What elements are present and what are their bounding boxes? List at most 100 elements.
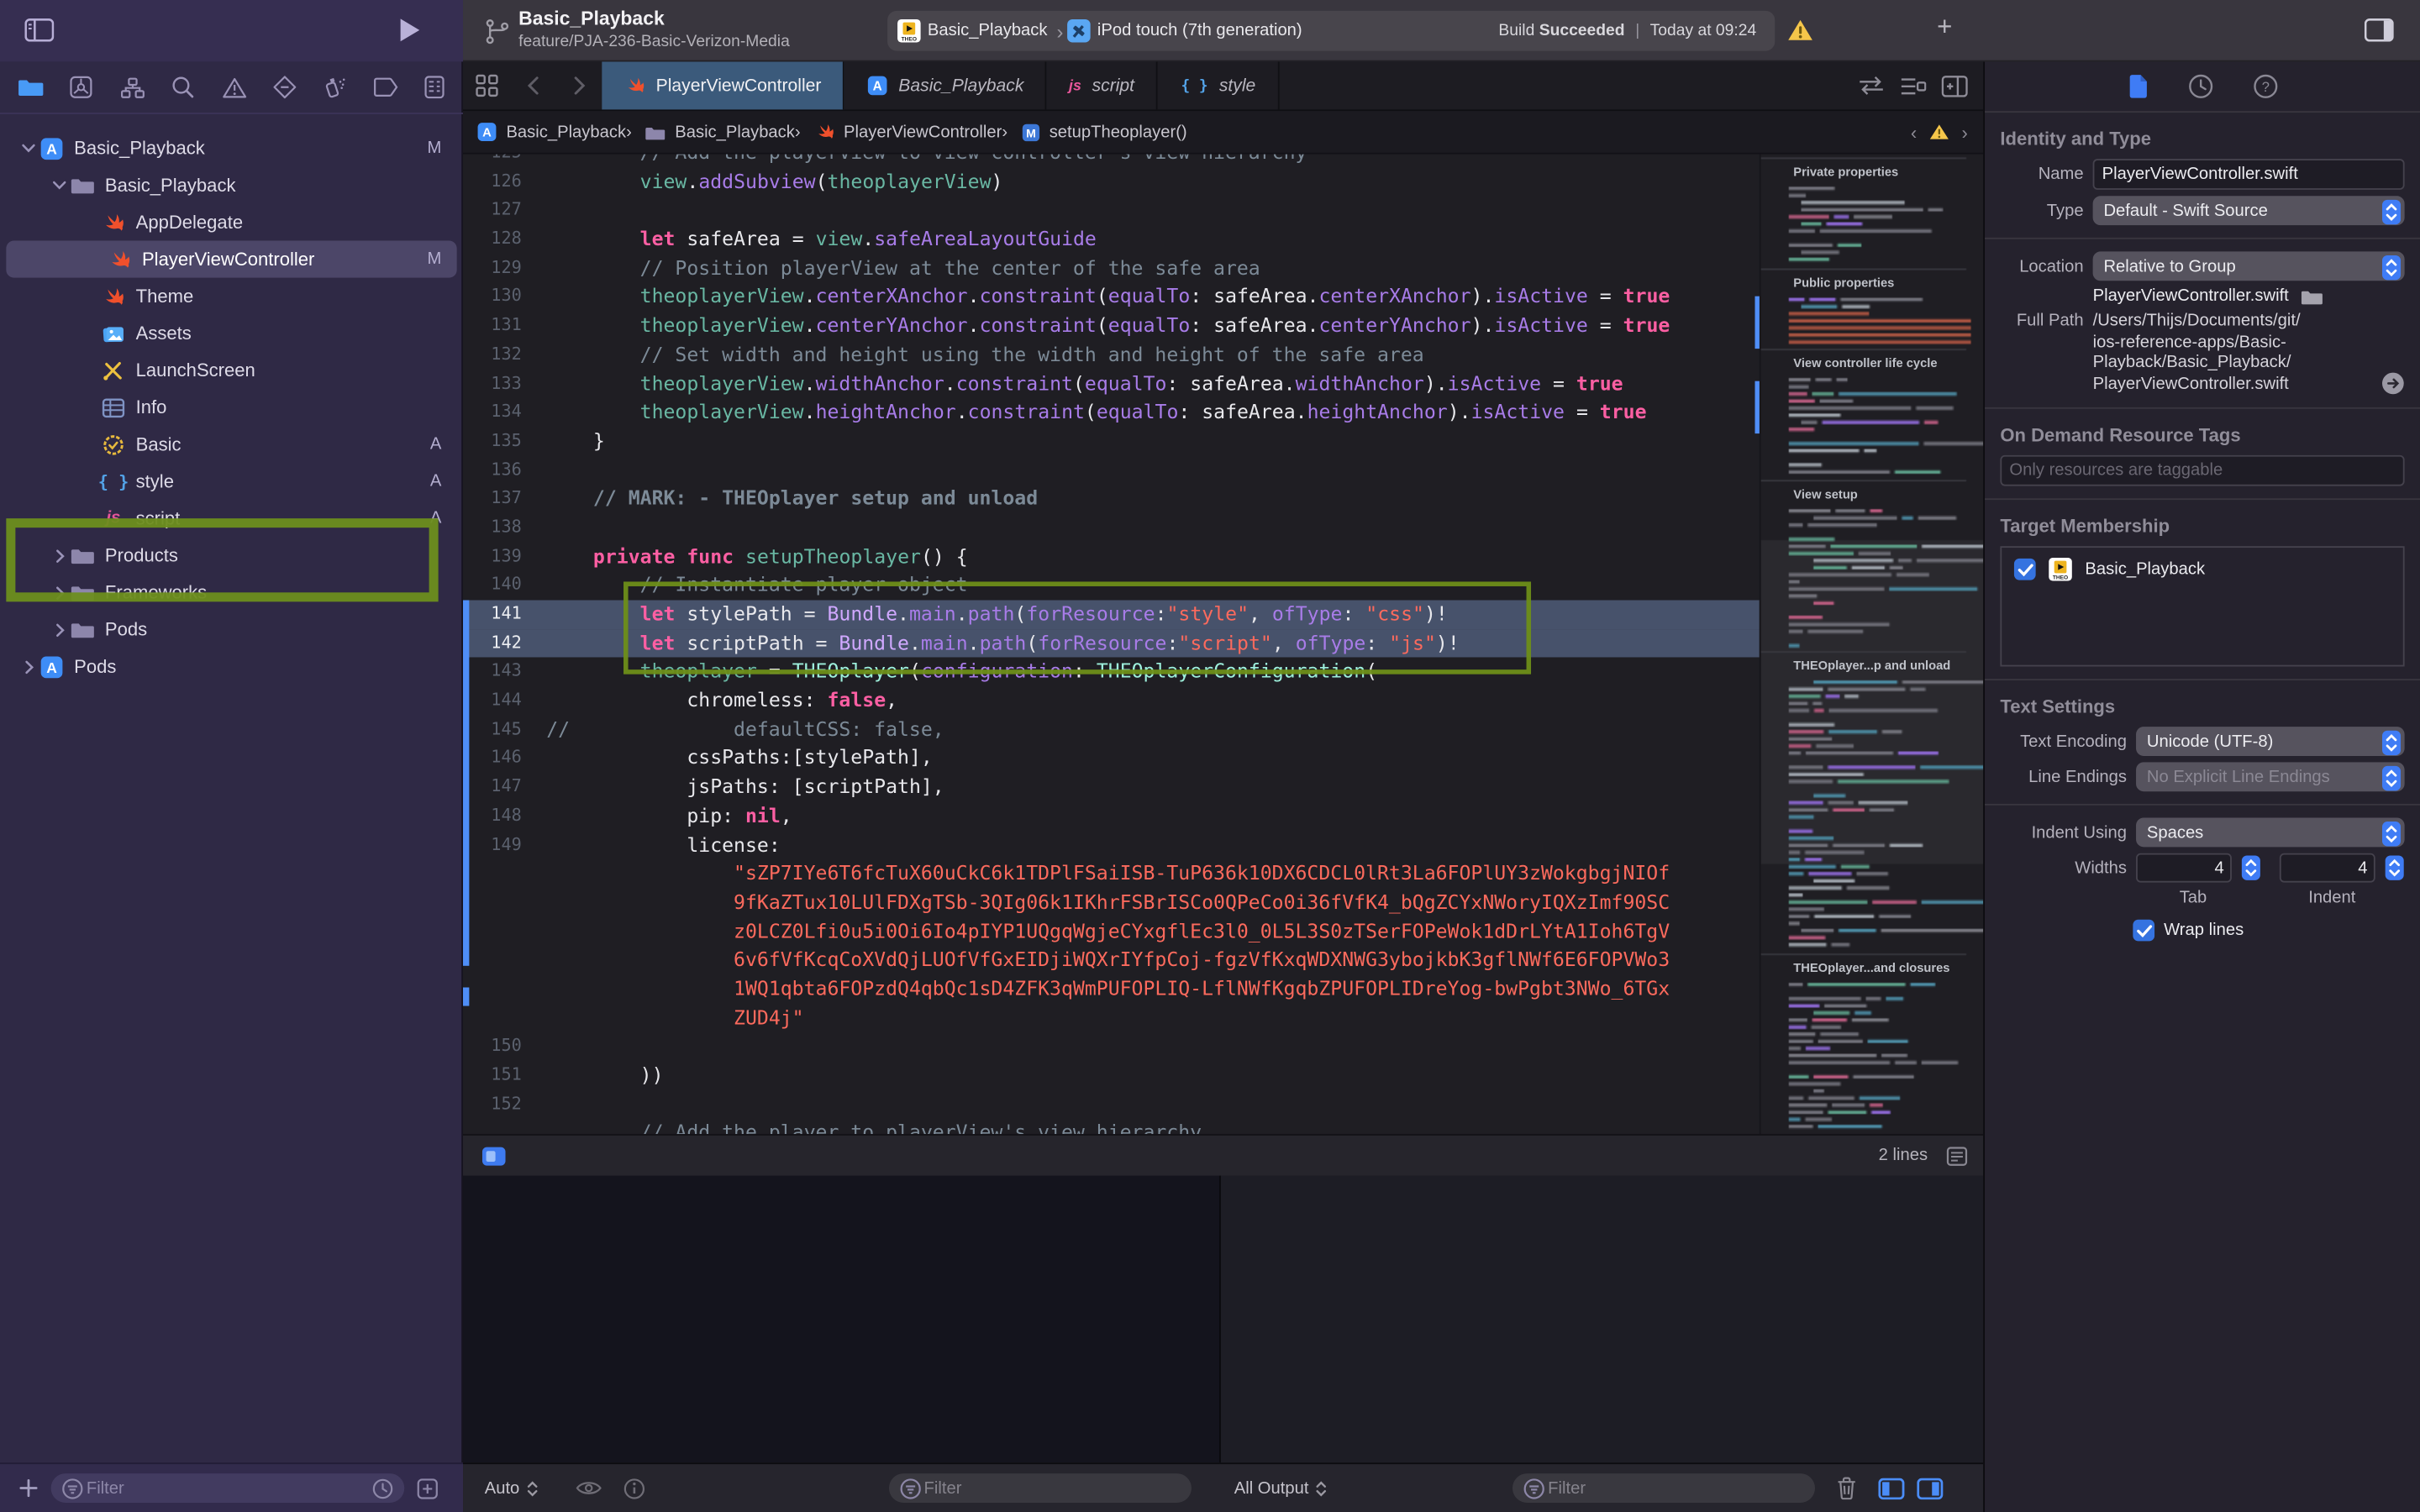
history-inspector-tab-icon[interactable]: [2188, 74, 2212, 98]
forward-chevron-icon[interactable]: [555, 61, 602, 109]
code-line-wrap[interactable]: 6v6fVfKcqCoXVdQjLUOfVfGxEIDjiWQXrIYfpCoj…: [463, 946, 1760, 974]
code-line-126[interactable]: 126 view.addSubview(theoplayerView): [463, 168, 1760, 197]
breadcrumb-item-basic-playback[interactable]: Basic_Playback: [644, 123, 795, 141]
code-line-wrap[interactable]: "sZP7IYe6T6fcTuX60uCkC6k1TDPlFSaiISB-TuP…: [463, 859, 1760, 888]
code-line-wrap[interactable]: z0LCZ0Lfi0u5i0Oi6Io4pIYP1UQgqWgjeCYxgflE…: [463, 917, 1760, 946]
code-line-149[interactable]: 149 license:: [463, 831, 1760, 859]
next-issue-chevron[interactable]: ›: [1961, 121, 1967, 143]
scheme-device[interactable]: iPod touch (7th generation): [1097, 22, 1302, 40]
project-navigator-icon[interactable]: [18, 77, 43, 97]
show-variables-toggle-icon[interactable]: [1878, 1478, 1904, 1499]
location-select[interactable]: Relative to Group: [2093, 251, 2405, 281]
issue-warning-icon[interactable]: [1929, 123, 1949, 140]
indent-width-field[interactable]: [2280, 853, 2375, 883]
activity-viewer[interactable]: THEO Basic_Playback › iPod touch (7th ge…: [887, 11, 1775, 51]
editor-options-icon[interactable]: [1900, 75, 1926, 97]
code-line-152[interactable]: 152: [463, 1090, 1760, 1119]
sidebar-item-basic-playback[interactable]: ABasic_PlaybackM: [0, 129, 463, 166]
code-line-125[interactable]: 125 // Add the playerView to view contro…: [463, 155, 1760, 168]
show-console-toggle-icon[interactable]: [1917, 1478, 1943, 1499]
issue-navigator-icon[interactable]: [222, 76, 246, 98]
recent-files-clock-icon[interactable]: [372, 1478, 394, 1499]
breadcrumb-item-basic-playback[interactable]: ABasic_Playback: [476, 120, 626, 144]
scheme-target[interactable]: Basic_Playback: [928, 22, 1048, 40]
folder-icon[interactable]: [2302, 288, 2323, 305]
tab-width-field[interactable]: [2136, 853, 2232, 883]
code-line-133[interactable]: 133 theoplayerView.widthAnchor.constrain…: [463, 370, 1760, 398]
report-navigator-icon[interactable]: [424, 76, 445, 99]
type-select[interactable]: Default - Swift Source: [2093, 196, 2405, 225]
code-line-136[interactable]: 136: [463, 456, 1760, 485]
code-line-wrap[interactable]: 9fKaZTux10LUlFDXgTSb-3QIg06k1IKhrFSBrISC…: [463, 889, 1760, 917]
help-inspector-tab-icon[interactable]: ?: [2253, 74, 2277, 98]
add-file-icon[interactable]: [18, 1478, 39, 1499]
disclosure-closed-icon[interactable]: [50, 622, 70, 637]
sidebar-item-info[interactable]: Info: [0, 389, 463, 426]
inspector-panel-toggle-icon[interactable]: [2365, 18, 2394, 42]
code-line-146[interactable]: 146 cssPaths:[stylePath],: [463, 744, 1760, 773]
clear-console-trash-icon[interactable]: [1837, 1477, 1857, 1500]
sidebar-item-theme[interactable]: Theme: [0, 278, 463, 315]
code-line-wrap[interactable]: // Add the player to playerView's view h…: [463, 1119, 1760, 1134]
source-control-navigator-icon[interactable]: [70, 76, 93, 99]
add-button[interactable]: +: [1937, 13, 1952, 44]
variables-scope-popup[interactable]: Auto: [485, 1479, 539, 1498]
sidebar-item-basic-playback[interactable]: Basic_Playback: [0, 166, 463, 203]
code-line-151[interactable]: 151 )): [463, 1062, 1760, 1090]
code-line-129[interactable]: 129 // Position playerView at the center…: [463, 255, 1760, 283]
code-line-128[interactable]: 128 let safeArea = view.safeAreaLayoutGu…: [463, 225, 1760, 254]
editor-minimap[interactable]: Private propertiesPublic propertiesView …: [1760, 155, 1983, 1134]
sidebar-item-appdelegate[interactable]: AppDelegate: [0, 203, 463, 240]
sidebar-item-basic[interactable]: BasicA: [0, 426, 463, 463]
selection-indicator-icon[interactable]: [481, 1146, 506, 1166]
console-scope-popup[interactable]: All Output: [1234, 1479, 1328, 1498]
code-line-wrap[interactable]: 1WQ1qbta6FOPzdQ4qbQc1sD4ZFK3qWmPUFOPLIQ-…: [463, 975, 1760, 1004]
code-review-icon[interactable]: [1858, 76, 1884, 96]
navigator-panel-toggle-icon[interactable]: [24, 18, 54, 42]
editor-tab-basic-playback[interactable]: ABasic_Playback: [844, 61, 1047, 109]
debug-navigator-icon[interactable]: [323, 76, 346, 99]
editor-tab-script[interactable]: jsscript: [1047, 61, 1158, 109]
code-line-135[interactable]: 135 }: [463, 428, 1760, 456]
scm-status-filter-icon[interactable]: [417, 1478, 439, 1499]
back-chevron-icon[interactable]: [509, 61, 555, 109]
disclosure-closed-icon[interactable]: [18, 659, 39, 674]
breakpoint-navigator-icon[interactable]: [373, 77, 397, 97]
breadcrumb-item-playerviewcontroller[interactable]: PlayerViewController: [813, 120, 1002, 144]
console-view[interactable]: [1219, 1176, 1983, 1463]
code-line-144[interactable]: 144 chromeless: false,: [463, 686, 1760, 715]
code-line-145[interactable]: 145// defaultCSS: false,: [463, 716, 1760, 744]
text-encoding-select[interactable]: Unicode (UTF-8): [2136, 727, 2405, 756]
editor-tab-playerviewcontroller[interactable]: PlayerViewController: [602, 61, 844, 109]
find-navigator-icon[interactable]: [171, 76, 195, 99]
odr-tags-field[interactable]: [2000, 455, 2404, 486]
variables-filter-input[interactable]: [921, 1478, 1181, 1499]
code-line-150[interactable]: 150: [463, 1032, 1760, 1061]
sidebar-item-pods[interactable]: APods: [0, 648, 463, 685]
sidebar-item-playerviewcontroller[interactable]: PlayerViewControllerM: [6, 241, 456, 278]
console-filter-input[interactable]: [1544, 1478, 1804, 1499]
eye-icon[interactable]: [575, 1479, 601, 1496]
line-endings-select[interactable]: No Explicit Line Endings: [2136, 762, 2405, 791]
variables-filter-field[interactable]: [888, 1473, 1191, 1503]
console-filter-field[interactable]: [1512, 1473, 1815, 1503]
sidebar-item-assets[interactable]: Assets: [0, 315, 463, 352]
previous-issue-chevron[interactable]: ‹: [1911, 121, 1917, 143]
code-line-131[interactable]: 131 theoplayerView.centerYAnchor.constra…: [463, 312, 1760, 340]
code-line-137[interactable]: 137 // MARK: - THEOplayer setup and unlo…: [463, 485, 1760, 513]
indent-using-select[interactable]: Spaces: [2136, 817, 2405, 847]
line-wrap-indicator-icon[interactable]: [1946, 1146, 1968, 1166]
editor-tab-style[interactable]: { }style: [1158, 61, 1279, 109]
sidebar-item-launchscreen[interactable]: LaunchScreen: [0, 352, 463, 389]
code-line-127[interactable]: 127: [463, 197, 1760, 225]
sidebar-item-style[interactable]: { }styleA: [0, 463, 463, 500]
file-inspector-tab-icon[interactable]: [2128, 74, 2148, 98]
test-navigator-icon[interactable]: [273, 76, 297, 99]
code-line-132[interactable]: 132 // Set width and height using the wi…: [463, 341, 1760, 370]
code-line-148[interactable]: 148 pip: nil,: [463, 802, 1760, 831]
code-line-139[interactable]: 139 private func setupTheoplayer() {: [463, 543, 1760, 571]
code-line-134[interactable]: 134 theoplayerView.heightAnchor.constrai…: [463, 398, 1760, 427]
breadcrumb-item-setuptheoplayer-[interactable]: MsetupTheoplayer(): [1020, 121, 1187, 143]
name-field[interactable]: [2093, 159, 2405, 190]
variables-view[interactable]: [463, 1176, 1219, 1463]
